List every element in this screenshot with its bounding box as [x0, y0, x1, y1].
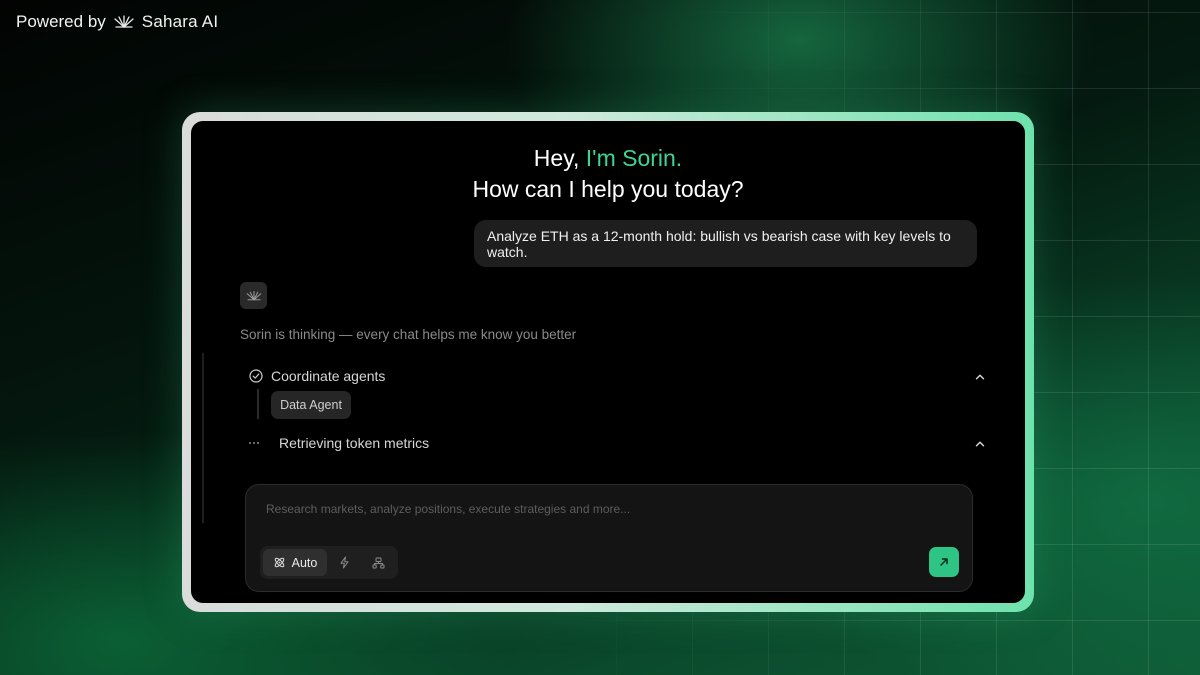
mode-fast-button[interactable] [327, 549, 361, 576]
step-coordinate-agents[interactable]: Coordinate agents [249, 368, 385, 384]
greeting-question: How can I help you today? [472, 176, 744, 202]
composer-input[interactable]: Research markets, analyze positions, exe… [266, 502, 630, 516]
step-label: Retrieving token metrics [279, 435, 430, 451]
agent-chip: Data Agent [271, 391, 351, 419]
mode-auto-label: Auto [291, 555, 318, 570]
arrow-up-right-icon [940, 558, 948, 566]
chevron-up-icon[interactable] [974, 438, 986, 450]
chat-screen: Hey, I'm Sorin. How can I help you today… [191, 121, 1025, 603]
greeting-line-1: Hey, I'm Sorin. [191, 143, 1025, 174]
greeting: Hey, I'm Sorin. How can I help you today… [191, 143, 1025, 205]
mode-auto-button[interactable]: Auto [263, 549, 327, 576]
scroll-rail [202, 353, 204, 523]
assistant-avatar [240, 282, 267, 309]
send-button[interactable] [929, 547, 959, 577]
step-connector [257, 389, 259, 419]
agents-icon [372, 557, 385, 568]
assistant-name: I'm Sorin. [585, 145, 683, 171]
brand-name: Sahara AI [141, 12, 219, 31]
chevron-up-icon[interactable] [974, 371, 986, 383]
sahara-logo-icon [114, 15, 134, 28]
lightning-icon [340, 556, 348, 569]
loading-dots-icon [249, 442, 265, 444]
powered-by-text: Powered by [16, 12, 106, 31]
greeting-prefix: Hey, [533, 145, 580, 171]
thinking-status: Sorin is thinking — every chat helps me … [240, 327, 577, 342]
check-circle-icon [249, 369, 263, 383]
sahara-logo-icon [246, 290, 261, 300]
user-message-bubble: Analyze ETH as a 12-month hold: bullish … [474, 220, 977, 267]
mode-agents-button[interactable] [361, 549, 395, 576]
powered-by-badge: Powered by Sahara AI [16, 12, 218, 32]
atom-icon [274, 557, 284, 568]
step-retrieving-metrics[interactable]: Retrieving token metrics [249, 435, 429, 451]
mode-selector: Auto [260, 546, 398, 579]
step-label: Coordinate agents [271, 368, 386, 384]
composer[interactable]: Research markets, analyze positions, exe… [245, 484, 973, 592]
user-message-text: Analyze ETH as a 12-month hold: bullish … [487, 227, 951, 260]
device-frame: Hey, I'm Sorin. How can I help you today… [182, 112, 1034, 612]
